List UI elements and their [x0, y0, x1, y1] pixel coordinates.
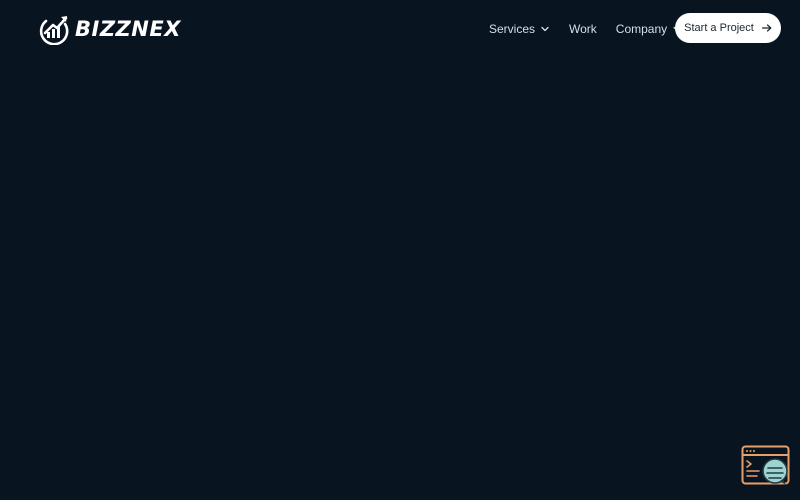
main-nav: Services Work Company — [489, 18, 681, 40]
brand-name: BIZZNEX — [75, 17, 181, 41]
start-project-button[interactable]: Start a Project — [675, 13, 781, 43]
nav-item-label: Work — [569, 22, 597, 36]
nav-item-work[interactable]: Work — [569, 22, 597, 36]
chat-widget-button[interactable] — [741, 445, 791, 487]
start-project-label: Start a Project — [684, 22, 754, 34]
nav-item-company[interactable]: Company — [616, 22, 681, 36]
nav-item-label: Services — [489, 22, 536, 36]
nav-item-services[interactable]: Services — [489, 22, 549, 36]
growth-arrow-circle-icon — [39, 16, 69, 45]
chevron-down-icon — [541, 26, 549, 32]
arrow-right-icon — [761, 24, 772, 32]
page: BIZZNEX Services Work Company Start a Pr… — [0, 0, 800, 500]
site-header: BIZZNEX Services Work Company Start a Pr… — [0, 0, 800, 58]
terminal-chat-icon — [741, 445, 790, 485]
brand-logo[interactable]: BIZZNEX — [38, 13, 181, 45]
nav-item-label: Company — [615, 22, 668, 36]
